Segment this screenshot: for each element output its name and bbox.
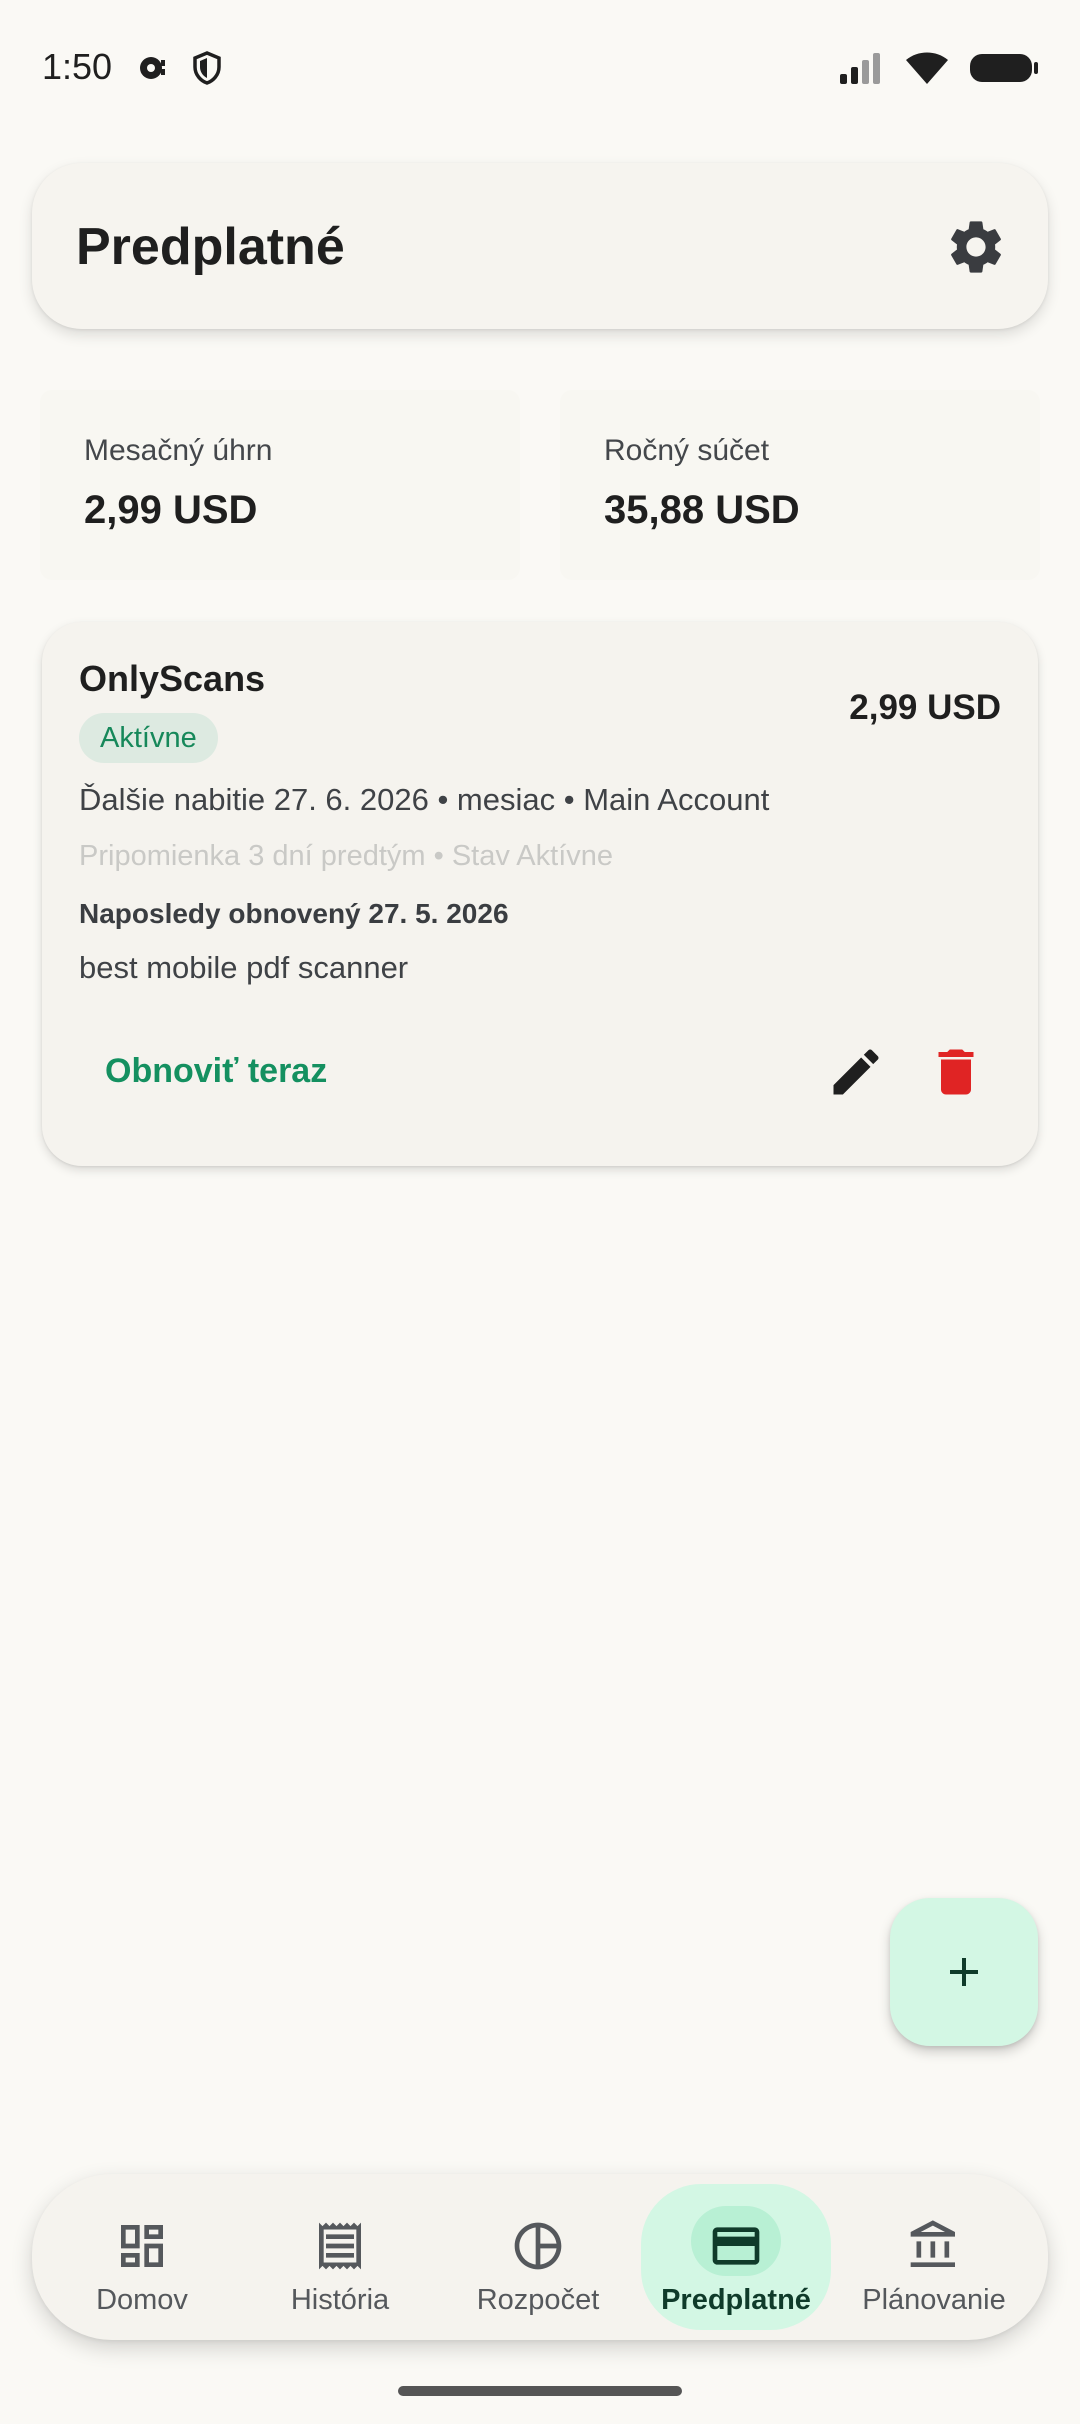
nav-item-home[interactable]: Domov bbox=[47, 2184, 237, 2330]
shield-icon bbox=[193, 51, 221, 85]
dashboard-icon bbox=[121, 2225, 163, 2267]
credit-card-icon bbox=[712, 2227, 760, 2265]
last-renewed-text: Naposledy obnovený 27. 5. 2026 bbox=[79, 898, 509, 929]
nav-item-planning[interactable]: Plánovanie bbox=[839, 2184, 1029, 2330]
edit-button[interactable] bbox=[826, 1042, 886, 1102]
signal-icon bbox=[840, 53, 880, 84]
receipt-icon bbox=[319, 2222, 361, 2270]
subscription-card[interactable]: OnlyScans 2,99 USD Aktívne Ďalšie nabiti… bbox=[42, 622, 1038, 1166]
yearly-total-card: Ročný súčet 35,88 USD bbox=[560, 390, 1040, 580]
renew-now-button[interactable]: Obnoviť teraz bbox=[105, 1052, 327, 1091]
reminder-text: Pripomienka 3 dní predtým • Stav Aktívne bbox=[79, 840, 614, 872]
nav-item-subscriptions[interactable]: Predplatné bbox=[641, 2184, 831, 2330]
nav-label-home: Domov bbox=[96, 2284, 188, 2316]
nav-item-budget[interactable]: Rozpočet bbox=[443, 2184, 633, 2330]
settings-button[interactable] bbox=[944, 215, 1008, 279]
status-badge: Aktívne bbox=[79, 713, 218, 763]
home-indicator[interactable] bbox=[398, 2386, 682, 2396]
summary-section: Mesačný úhrn 2,99 USD Ročný súčet 35,88 … bbox=[40, 390, 1040, 580]
top-app-bar: Predplatné bbox=[32, 163, 1048, 329]
bank-icon bbox=[910, 2220, 955, 2267]
wifi-icon bbox=[906, 52, 948, 84]
next-charge-text: Ďalšie nabitie 27. 6. 2026 • mesiac • Ma… bbox=[79, 782, 770, 817]
monthly-total-value: 2,99 USD bbox=[84, 488, 258, 532]
bottom-navigation: Domov História Rozpočet Predplatné Pláno… bbox=[32, 2174, 1048, 2340]
gear-icon bbox=[951, 221, 1001, 273]
notification-icon bbox=[140, 57, 165, 79]
add-subscription-button[interactable] bbox=[890, 1898, 1038, 2046]
monthly-total-card: Mesačný úhrn 2,99 USD bbox=[40, 390, 520, 580]
pie-chart-icon bbox=[514, 2222, 562, 2270]
delete-button[interactable] bbox=[926, 1042, 986, 1102]
status-bar: 1:50 bbox=[0, 0, 1080, 140]
status-time: 1:50 bbox=[42, 46, 113, 87]
nav-label-budget: Rozpočet bbox=[476, 2284, 600, 2316]
trash-icon bbox=[938, 1049, 974, 1095]
subscription-note: best mobile pdf scanner bbox=[79, 950, 409, 985]
nav-label-history: História bbox=[290, 2284, 390, 2316]
monthly-total-label: Mesačný úhrn bbox=[84, 434, 273, 467]
nav-item-history[interactable]: História bbox=[245, 2184, 435, 2330]
nav-label-planning: Plánovanie bbox=[862, 2284, 1006, 2316]
subscription-price: 2,99 USD bbox=[849, 688, 1001, 727]
battery-icon bbox=[970, 54, 1038, 82]
plus-icon bbox=[950, 1958, 978, 1986]
yearly-total-label: Ročný súčet bbox=[604, 434, 770, 467]
yearly-total-value: 35,88 USD bbox=[604, 488, 800, 532]
status-right-icons bbox=[838, 50, 1040, 86]
status-left-icons bbox=[135, 50, 225, 86]
page-title: Predplatné bbox=[76, 218, 345, 276]
subscription-name: OnlyScans bbox=[79, 658, 266, 699]
pencil-icon bbox=[833, 1049, 879, 1095]
nav-label-subscriptions: Predplatné bbox=[661, 2284, 811, 2316]
